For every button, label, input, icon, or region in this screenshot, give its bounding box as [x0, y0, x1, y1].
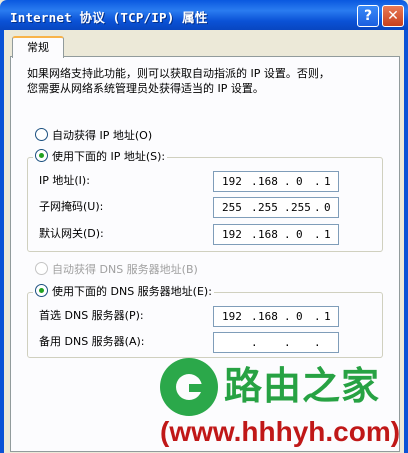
close-button[interactable]: ✕ — [382, 5, 404, 27]
manual-dns-radio[interactable]: 使用下面的 DNS 服务器地址(E): — [33, 284, 214, 300]
default-gateway-label: 默认网关(D): — [39, 227, 104, 240]
manual-dns-label: 使用下面的 DNS 服务器地址(E): — [52, 285, 212, 298]
preferred-dns-label: 首选 DNS 服务器(P): — [39, 309, 144, 322]
dot-separator: . — [314, 336, 321, 349]
preferred-dns-input[interactable]: 192. 168. 0. 1 — [213, 306, 339, 327]
octet: 168 — [258, 310, 278, 323]
title-bar[interactable]: Internet 协议 (TCP/IP) 属性 ? ✕ — [0, 0, 408, 30]
ip-address-label: IP 地址(I): — [39, 174, 90, 187]
octet: 0 — [296, 310, 303, 323]
subnet-mask-label: 子网掩码(U): — [39, 200, 104, 213]
watermark-logo-bar — [189, 384, 214, 392]
ip-address-input[interactable]: 192. 168. 0. 1 — [213, 171, 339, 192]
dot-separator: . — [251, 336, 258, 349]
window-border-left — [0, 30, 4, 453]
dot-separator: . — [314, 310, 321, 323]
window-title: Internet 协议 (TCP/IP) 属性 — [10, 10, 208, 25]
help-button[interactable]: ? — [357, 5, 379, 27]
octet: 1 — [324, 175, 331, 188]
auto-dns-label: 自动获得 DNS 服务器地址(B) — [52, 263, 198, 276]
octet: 0 — [296, 228, 303, 241]
window-border-right — [404, 30, 408, 453]
manual-ip-radio[interactable]: 使用下面的 IP 地址(S): — [33, 149, 168, 165]
dot-separator: . — [314, 201, 321, 214]
watermark-name: 路由之家 — [224, 364, 381, 408]
dot-separator: . — [284, 310, 291, 323]
dot-separator: . — [284, 336, 291, 349]
octet: 1 — [324, 228, 331, 241]
octet: 192 — [222, 228, 242, 241]
dot-separator: . — [314, 228, 321, 241]
octet: 192 — [222, 310, 242, 323]
octet: 168 — [258, 228, 278, 241]
auto-ip-radio[interactable]: 自动获得 IP 地址(O) — [35, 128, 152, 144]
alternate-dns-label: 备用 DNS 服务器(A): — [39, 335, 145, 348]
dot-separator: . — [251, 228, 258, 241]
octet: 255 — [258, 201, 278, 214]
dot-separator: . — [284, 175, 291, 188]
manual-ip-label: 使用下面的 IP 地址(S): — [52, 150, 166, 163]
octet: 1 — [324, 310, 331, 323]
tab-general[interactable]: 常规 — [12, 36, 64, 58]
radio-circle-selected — [35, 284, 48, 297]
alternate-dns-input[interactable]: . . . — [213, 332, 339, 353]
dot-separator: . — [251, 310, 258, 323]
auto-ip-label: 自动获得 IP 地址(O) — [52, 129, 153, 142]
radio-circle-disabled — [35, 262, 48, 275]
subnet-mask-input[interactable]: 255. 255. 255. 0 — [213, 197, 339, 218]
default-gateway-input[interactable]: 192. 168. 0. 1 — [213, 224, 339, 245]
octet: 0 — [296, 175, 303, 188]
octet: 255 — [291, 201, 311, 214]
octet: 192 — [222, 175, 242, 188]
dot-separator: . — [284, 228, 291, 241]
octet: 0 — [324, 201, 331, 214]
auto-dns-radio[interactable]: 自动获得 DNS 服务器地址(B) — [35, 262, 198, 278]
radio-circle-selected — [35, 149, 48, 162]
dot-separator: . — [251, 175, 258, 188]
octet: 168 — [258, 175, 278, 188]
octet: 255 — [222, 201, 242, 214]
dot-separator: . — [284, 201, 291, 214]
watermark-url: (www.hhhyh.com) — [160, 416, 401, 447]
radio-circle — [35, 128, 48, 141]
dot-separator: . — [314, 175, 321, 188]
dot-separator: . — [251, 201, 258, 214]
intro-text: 如果网络支持此功能，则可以获取自动指派的 IP 设置。否则， 您需要从网络系统管… — [27, 67, 330, 95]
